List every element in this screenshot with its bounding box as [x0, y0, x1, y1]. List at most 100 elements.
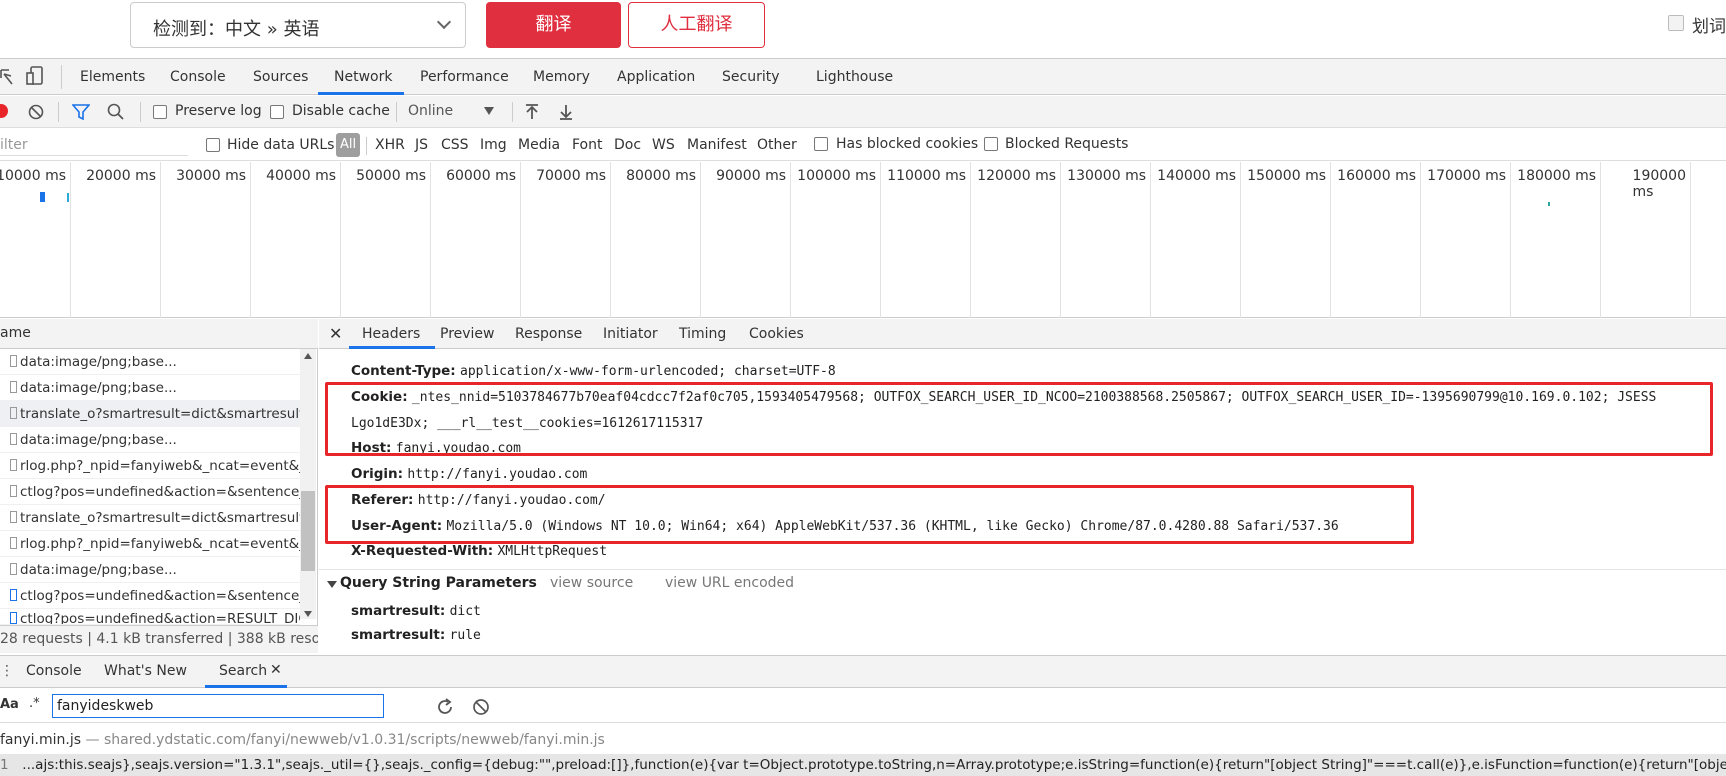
header-row: Origin: http://fanyi.youdao.com: [351, 466, 587, 482]
type-filter-css[interactable]: CSS: [441, 137, 469, 153]
clear-icon[interactable]: [28, 104, 44, 120]
result-line-number: 1: [0, 757, 9, 773]
throttle-dropdown-icon[interactable]: [484, 107, 494, 115]
type-filter-font[interactable]: Font: [572, 137, 602, 153]
tab-performance[interactable]: Performance: [420, 69, 509, 85]
tab-network[interactable]: Network: [334, 69, 392, 85]
type-filter-xhr[interactable]: XHR: [375, 137, 405, 153]
tab-cookies[interactable]: Cookies: [749, 326, 804, 342]
drawer-tab-search[interactable]: Search: [219, 663, 267, 679]
highlight-box-cookie: [325, 382, 1713, 456]
search-input[interactable]: [52, 694, 384, 718]
import-har-icon[interactable]: [524, 103, 540, 121]
tab-preview[interactable]: Preview: [440, 326, 495, 342]
request-row[interactable]: rlog.php?_npid=fanyiweb&_ncat=event&_n: [0, 453, 300, 479]
request-list-scrollbar[interactable]: [300, 349, 316, 619]
tab-lighthouse[interactable]: Lighthouse: [816, 69, 893, 85]
scrollbar-thumb[interactable]: [301, 491, 315, 571]
result-file-path: — shared.ydstatic.com/fanyi/newweb/v1.0.…: [85, 732, 605, 748]
expand-arrow-icon[interactable]: [327, 581, 337, 588]
hide-data-urls-checkbox[interactable]: [206, 138, 220, 152]
throttle-select[interactable]: Online: [408, 103, 453, 119]
search-result-file[interactable]: fanyi.min.js — shared.ydstatic.com/fanyi…: [0, 732, 1726, 752]
device-toolbar-icon[interactable]: [26, 66, 44, 86]
tab-sources[interactable]: Sources: [253, 69, 308, 85]
timeline-gridline: [790, 162, 791, 318]
drawer: ⋮ Console What's New Search ✕ Aa .* fany…: [0, 655, 1726, 776]
type-filter-doc[interactable]: Doc: [614, 137, 641, 153]
tab-elements[interactable]: Elements: [80, 69, 145, 85]
type-filter-img[interactable]: Img: [480, 137, 507, 153]
human-translate-button[interactable]: 人工翻译: [628, 2, 765, 48]
filter-icon[interactable]: [72, 104, 90, 120]
type-filter-js[interactable]: JS: [415, 137, 428, 153]
tab-memory[interactable]: Memory: [533, 69, 590, 85]
language-select[interactable]: 检测到：中文 » 英语: [130, 2, 466, 48]
active-drawer-tab-indicator: [205, 685, 287, 688]
file-icon: [10, 407, 17, 419]
match-case-toggle[interactable]: Aa: [0, 697, 19, 712]
request-row[interactable]: translate_o?smartresult=dict&smartresult…: [0, 505, 300, 531]
detail-tab-bar: ✕ Headers Preview Response Initiator Tim…: [319, 319, 1726, 349]
query-section-title[interactable]: Query String Parameters: [340, 575, 537, 591]
record-icon[interactable]: [0, 104, 8, 118]
network-timeline[interactable]: 10000 ms 20000 ms 30000 ms 40000 ms 50000 ms…: [0, 162, 1726, 318]
search-icon[interactable]: [107, 103, 125, 121]
request-row[interactable]: data:image/png;base...: [0, 557, 300, 583]
disable-cache-checkbox[interactable]: [270, 105, 284, 119]
view-source-link[interactable]: view source: [550, 575, 633, 591]
tab-response[interactable]: Response: [515, 326, 582, 342]
header-row: X-Requested-With: XMLHttpRequest: [351, 543, 607, 559]
search-result-line[interactable]: 1 ...ajs:this.seajs},seajs.version="1.3.…: [0, 754, 1726, 776]
filter-input[interactable]: ilter: [0, 137, 186, 157]
refresh-icon[interactable]: [436, 698, 454, 716]
request-row[interactable]: ctlog?pos=undefined&action=&sentence_r: [0, 583, 300, 609]
view-url-encoded-link[interactable]: view URL encoded: [665, 575, 794, 591]
drawer-tab-console[interactable]: Console: [26, 663, 82, 679]
drawer-menu-icon[interactable]: ⋮: [0, 663, 14, 679]
translate-button[interactable]: 翻译: [486, 2, 621, 48]
header-key: X-Requested-With:: [351, 543, 494, 559]
type-filter-ws[interactable]: WS: [652, 137, 675, 153]
name-column-header[interactable]: ame: [0, 325, 31, 341]
close-tab-icon[interactable]: ✕: [270, 662, 282, 678]
type-filter-other[interactable]: Other: [757, 137, 797, 153]
request-row[interactable]: ctlog?pos=undefined&action=&sentence_r: [0, 479, 300, 505]
inspect-icon[interactable]: [0, 68, 14, 86]
timeline-label: 140000 ms: [1157, 168, 1236, 184]
highlight-label: 划词: [1692, 17, 1726, 37]
regex-toggle[interactable]: .*: [29, 696, 40, 711]
request-row[interactable]: data:image/png;base...: [0, 375, 300, 401]
export-har-icon[interactable]: [558, 103, 574, 121]
blocked-cookies-checkbox[interactable]: [814, 137, 828, 151]
timeline-label: 180000 ms: [1517, 168, 1596, 184]
tab-security[interactable]: Security: [722, 69, 780, 85]
tab-console[interactable]: Console: [170, 69, 226, 85]
param-key: smartresult:: [351, 627, 446, 643]
request-row-selected[interactable]: translate_o?smartresult=dict&smartresult…: [0, 401, 300, 427]
close-icon[interactable]: ✕: [329, 324, 342, 343]
type-filter-media[interactable]: Media: [518, 137, 560, 153]
scroll-up-icon[interactable]: [304, 353, 312, 359]
request-row[interactable]: rlog.php?_npid=fanyiweb&_ncat=event&_n: [0, 531, 300, 557]
timeline-label: 110000 ms: [887, 168, 966, 184]
scroll-down-icon[interactable]: [304, 611, 312, 617]
tab-timing[interactable]: Timing: [679, 326, 726, 342]
blocked-cookies-label: Has blocked cookies: [836, 136, 979, 152]
request-row[interactable]: data:image/png;base...: [0, 427, 300, 453]
type-filter-manifest[interactable]: Manifest: [687, 137, 747, 153]
drawer-tab-whats-new[interactable]: What's New: [104, 663, 187, 679]
clear-search-icon[interactable]: [472, 698, 490, 716]
highlight-checkbox[interactable]: [1668, 15, 1684, 31]
timeline-label: 190000 ms: [1632, 168, 1686, 200]
timeline-label: 90000 ms: [716, 168, 786, 184]
blocked-requests-checkbox[interactable]: [984, 137, 998, 151]
header-value: XMLHttpRequest: [497, 544, 608, 559]
tab-initiator[interactable]: Initiator: [603, 326, 658, 342]
tab-headers[interactable]: Headers: [362, 326, 420, 342]
type-filter-all[interactable]: All: [336, 133, 360, 157]
tab-application[interactable]: Application: [617, 69, 695, 85]
request-row[interactable]: ctlog?pos=undefined&action=RESULT_DICT: [0, 607, 300, 625]
request-row[interactable]: data:image/png;base...: [0, 349, 300, 375]
preserve-log-checkbox[interactable]: [153, 105, 167, 119]
